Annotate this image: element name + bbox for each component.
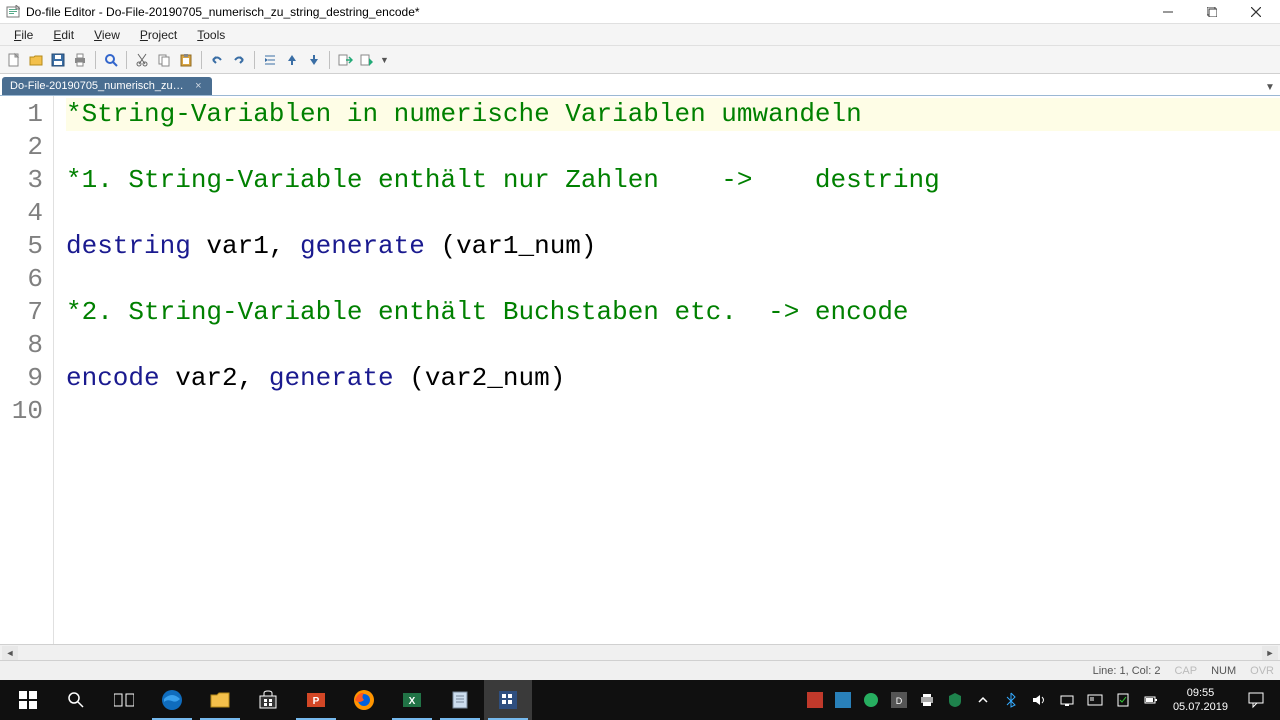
windows-taskbar[interactable]: P X D 09:55 05.07.2019 xyxy=(0,680,1280,720)
print-icon[interactable] xyxy=(70,50,90,70)
line-number: 8 xyxy=(0,329,53,362)
dropdown-arrow-icon[interactable]: ▼ xyxy=(379,55,389,65)
menu-file[interactable]: File xyxy=(4,26,43,44)
clock-time: 09:55 xyxy=(1173,686,1228,700)
new-icon[interactable] xyxy=(4,50,24,70)
code-line[interactable]: *String-Variablen in numerische Variable… xyxy=(66,98,1280,131)
line-number: 4 xyxy=(0,197,53,230)
open-icon[interactable] xyxy=(26,50,46,70)
status-ovr: OVR xyxy=(1250,665,1274,677)
code-line[interactable]: *1. String-Variable enthält nur Zahlen -… xyxy=(66,164,1280,197)
indent-toggle-icon[interactable] xyxy=(260,50,280,70)
close-button[interactable] xyxy=(1234,0,1278,24)
code-line[interactable] xyxy=(66,395,1280,428)
line-number: 9 xyxy=(0,362,53,395)
run-icon[interactable] xyxy=(357,50,377,70)
line-number: 3 xyxy=(0,164,53,197)
cut-icon[interactable] xyxy=(132,50,152,70)
taskbar-powerpoint-icon[interactable]: P xyxy=(292,680,340,720)
find-icon[interactable] xyxy=(101,50,121,70)
line-number: 6 xyxy=(0,263,53,296)
taskbar-store-icon[interactable] xyxy=(244,680,292,720)
taskbar-edge-icon[interactable] xyxy=(148,680,196,720)
line-number: 7 xyxy=(0,296,53,329)
clock-date: 05.07.2019 xyxy=(1173,700,1228,714)
taskbar-notepad-icon[interactable] xyxy=(436,680,484,720)
line-number: 2 xyxy=(0,131,53,164)
cursor-position: Line: 1, Col: 2 xyxy=(1093,665,1161,677)
code-line[interactable]: *2. String-Variable enthält Buchstaben e… xyxy=(66,296,1280,329)
redo-icon[interactable] xyxy=(229,50,249,70)
scroll-left-icon[interactable]: ◄ xyxy=(2,646,18,660)
copy-icon[interactable] xyxy=(154,50,174,70)
code-line[interactable] xyxy=(66,329,1280,362)
start-button[interactable] xyxy=(4,680,52,720)
taskbar-excel-icon[interactable]: X xyxy=(388,680,436,720)
statusbar: Line: 1, Col: 2 CAP NUM OVR xyxy=(0,660,1280,680)
document-tab[interactable]: Do-File-20190705_numerisch_zu_st... × xyxy=(2,77,212,95)
run-selection-icon[interactable] xyxy=(335,50,355,70)
scroll-right-icon[interactable]: ► xyxy=(1262,646,1278,660)
svg-text:P: P xyxy=(313,696,320,707)
task-view-icon[interactable] xyxy=(100,680,148,720)
window-title: Do-file Editor - Do-File-20190705_numeri… xyxy=(26,5,420,19)
status-num: NUM xyxy=(1211,665,1236,677)
editor[interactable]: 12345678910 *String-Variablen in numeris… xyxy=(0,96,1280,644)
search-icon[interactable] xyxy=(52,680,100,720)
tray-app2-icon[interactable] xyxy=(831,680,855,720)
minimize-button[interactable] xyxy=(1146,0,1190,24)
svg-text:X: X xyxy=(409,696,416,707)
tray-power-icon[interactable] xyxy=(1139,680,1163,720)
toolbar: ▼ xyxy=(0,46,1280,74)
menubar: File Edit View Project Tools xyxy=(0,24,1280,46)
save-icon[interactable] xyxy=(48,50,68,70)
tabstrip: Do-File-20190705_numerisch_zu_st... × ▼ xyxy=(0,74,1280,96)
status-cap: CAP xyxy=(1174,665,1197,677)
paste-icon[interactable] xyxy=(176,50,196,70)
tray-av-icon[interactable] xyxy=(943,680,967,720)
tray-overflow-icon[interactable] xyxy=(971,680,995,720)
line-number: 1 xyxy=(0,98,53,131)
tray-bluetooth-icon[interactable] xyxy=(999,680,1023,720)
menu-project[interactable]: Project xyxy=(130,26,187,44)
app-icon xyxy=(6,5,20,19)
code-line[interactable]: destring var1, generate (var1_num) xyxy=(66,230,1280,263)
tray-security-icon[interactable] xyxy=(1111,680,1135,720)
undo-icon[interactable] xyxy=(207,50,227,70)
menu-tools[interactable]: Tools xyxy=(187,26,235,44)
code-line[interactable] xyxy=(66,263,1280,296)
menu-view[interactable]: View xyxy=(84,26,130,44)
tray-volume-icon[interactable] xyxy=(1027,680,1051,720)
system-tray[interactable]: D 09:55 05.07.2019 xyxy=(803,680,1276,720)
code-line[interactable]: encode var2, generate (var2_num) xyxy=(66,362,1280,395)
tab-close-icon[interactable]: × xyxy=(193,80,204,92)
svg-text:D: D xyxy=(896,696,903,706)
tray-network-icon[interactable] xyxy=(1055,680,1079,720)
line-number-gutter: 12345678910 xyxy=(0,96,54,644)
tray-app3-icon[interactable] xyxy=(859,680,883,720)
horizontal-scrollbar[interactable]: ◄ ► xyxy=(0,644,1280,660)
action-center-icon[interactable] xyxy=(1238,680,1274,720)
taskbar-stata-icon[interactable] xyxy=(484,680,532,720)
taskbar-clock[interactable]: 09:55 05.07.2019 xyxy=(1167,686,1234,715)
taskbar-firefox-icon[interactable] xyxy=(340,680,388,720)
tab-label: Do-File-20190705_numerisch_zu_st... xyxy=(10,80,187,92)
maximize-button[interactable] xyxy=(1190,0,1234,24)
tray-lang-icon[interactable] xyxy=(1083,680,1107,720)
tray-app4-icon[interactable]: D xyxy=(887,680,911,720)
tray-app1-icon[interactable] xyxy=(803,680,827,720)
tray-printer-icon[interactable] xyxy=(915,680,939,720)
line-number: 10 xyxy=(0,395,53,428)
titlebar: Do-file Editor - Do-File-20190705_numeri… xyxy=(0,0,1280,24)
bookmark-prev-icon[interactable] xyxy=(282,50,302,70)
tab-overflow-icon[interactable]: ▼ xyxy=(1262,79,1278,95)
code-line[interactable] xyxy=(66,131,1280,164)
taskbar-explorer-icon[interactable] xyxy=(196,680,244,720)
bookmark-next-icon[interactable] xyxy=(304,50,324,70)
line-number: 5 xyxy=(0,230,53,263)
code-line[interactable] xyxy=(66,197,1280,230)
menu-edit[interactable]: Edit xyxy=(43,26,84,44)
code-area[interactable]: *String-Variablen in numerische Variable… xyxy=(54,96,1280,644)
